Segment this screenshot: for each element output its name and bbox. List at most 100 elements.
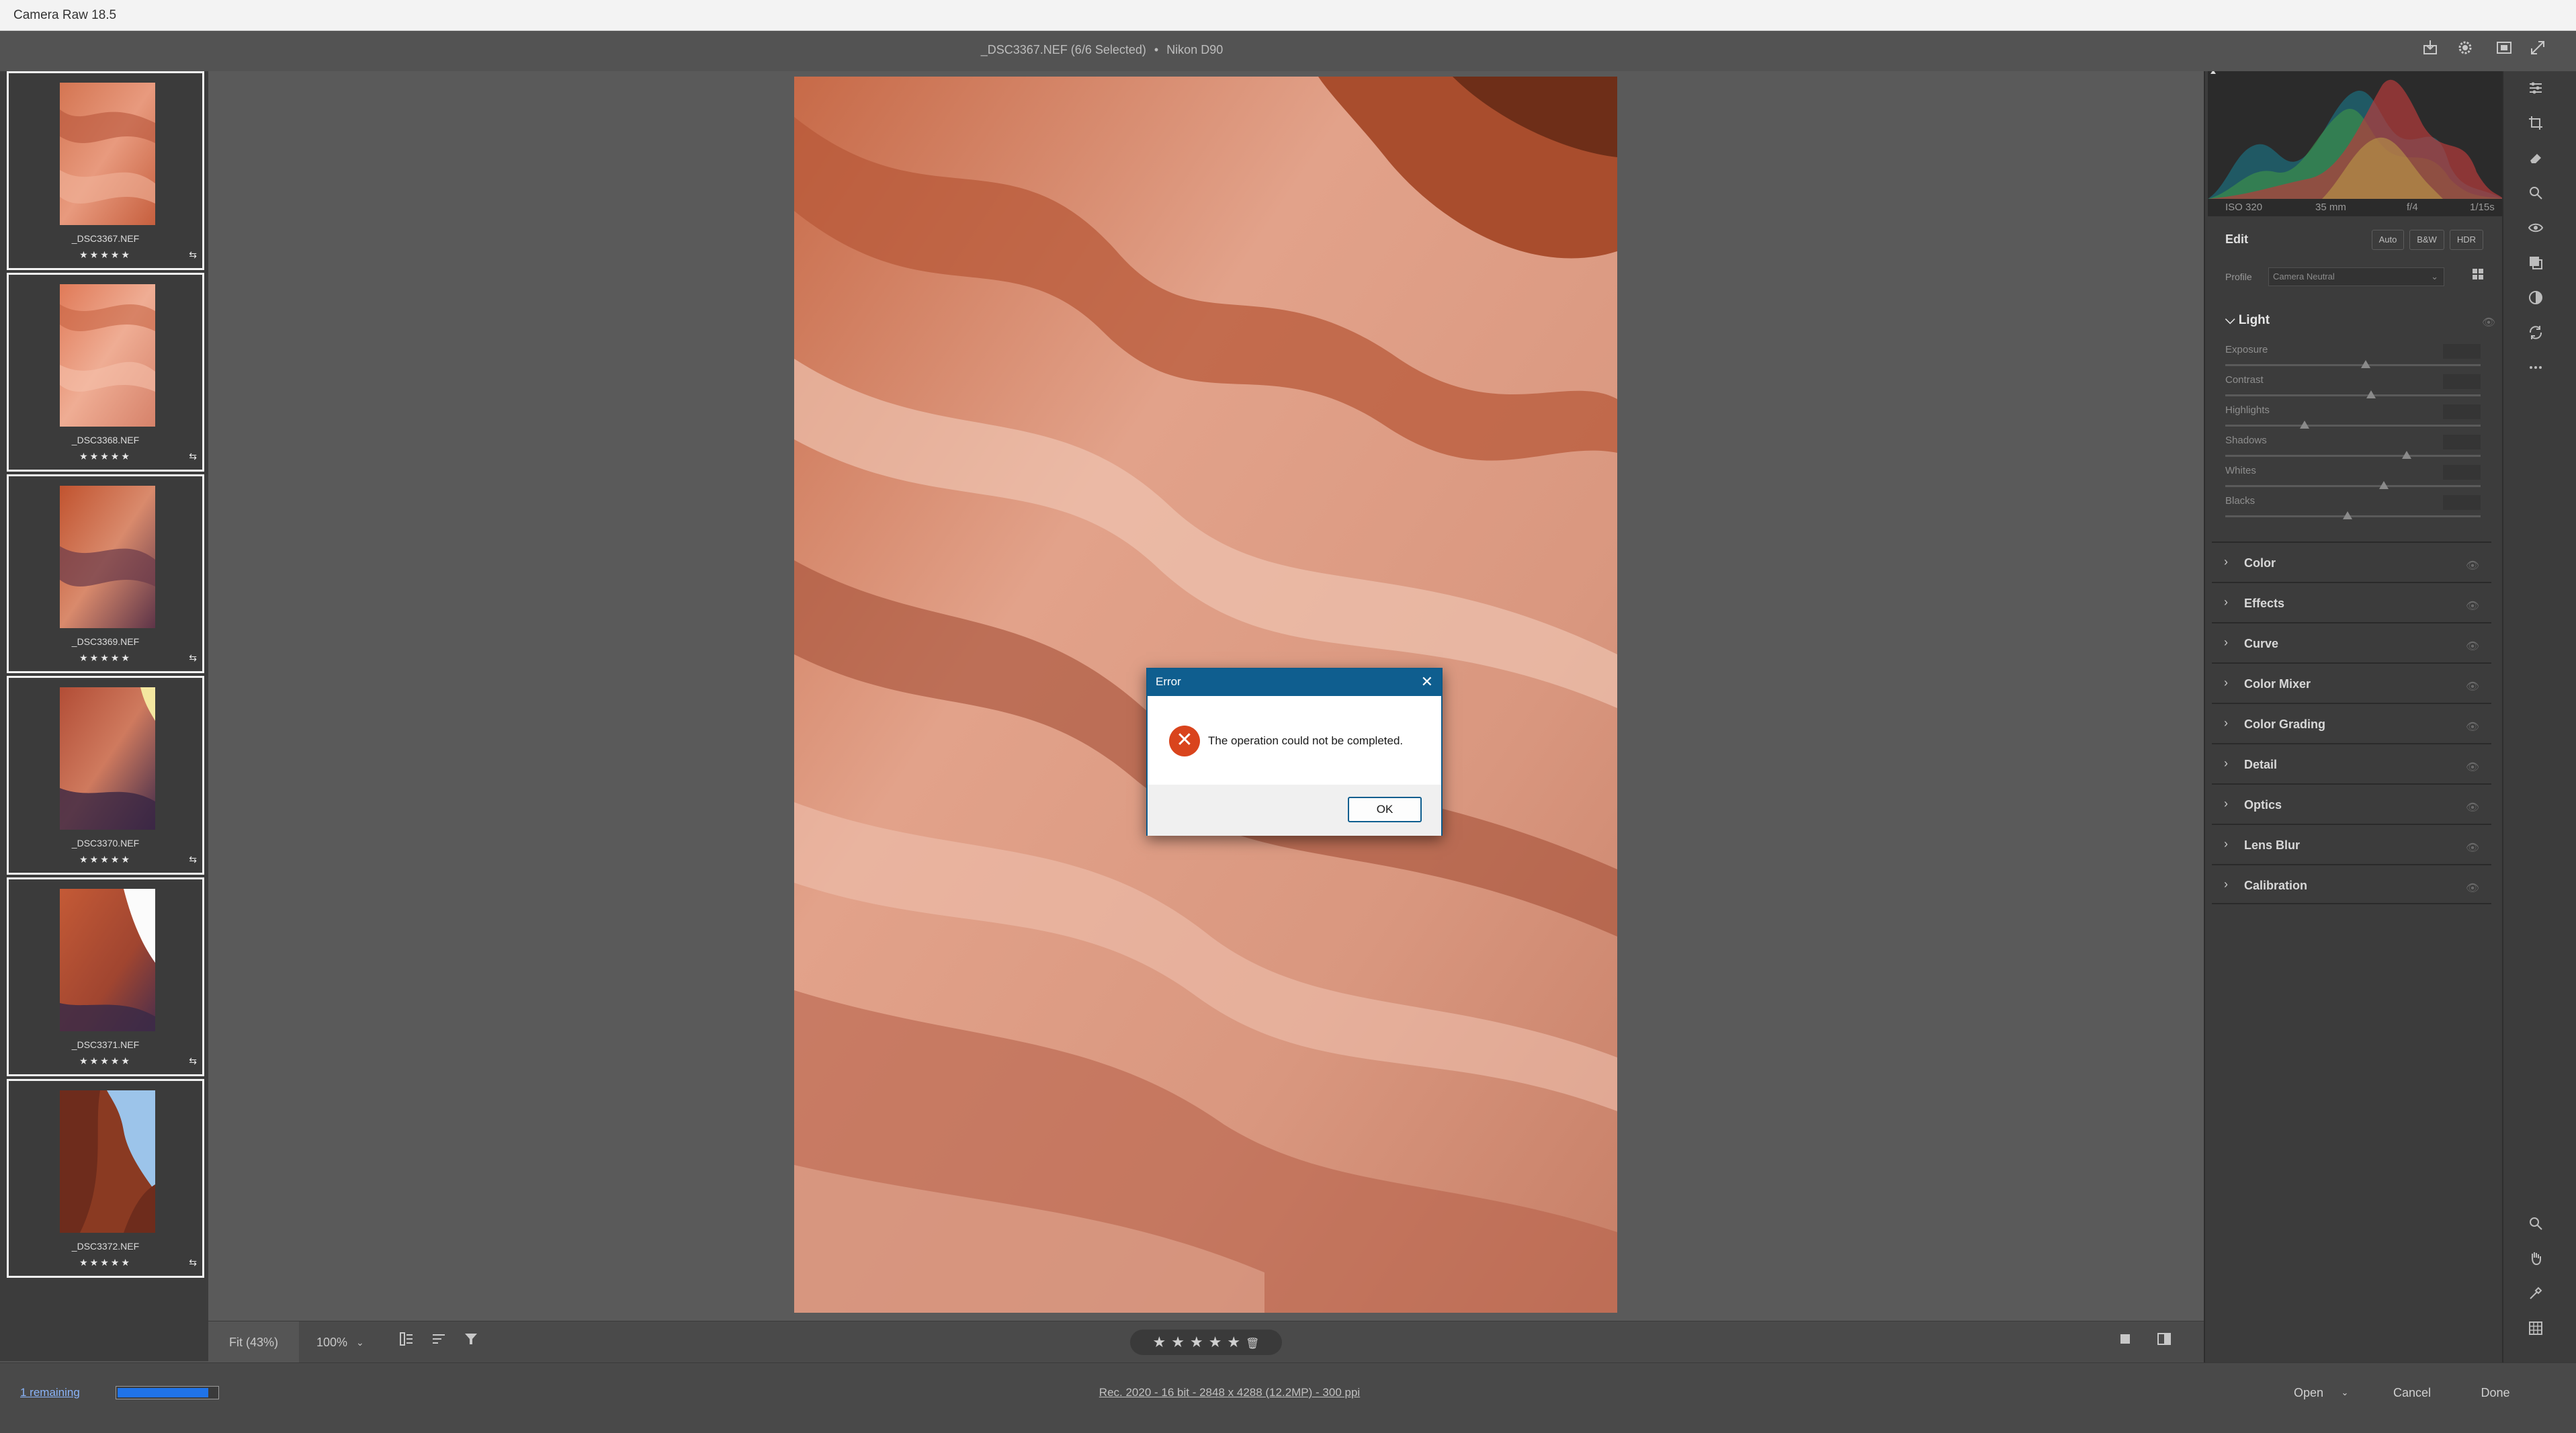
ok-button[interactable]: OK — [1348, 797, 1422, 822]
slider-value-field[interactable] — [2443, 374, 2481, 389]
eye-icon[interactable]: 👁 — [2464, 881, 2481, 894]
filmstrip-item[interactable]: _DSC3368.NEF ★★★★★ ⇆ — [7, 273, 204, 472]
slider-value-field[interactable] — [2443, 495, 2481, 510]
filter-icon[interactable] — [460, 1331, 482, 1354]
red-eye-icon[interactable] — [2524, 219, 2548, 243]
presets-icon[interactable] — [2524, 289, 2548, 313]
slider-value-field[interactable] — [2443, 404, 2481, 419]
open-button[interactable]: Open — [2279, 1381, 2338, 1405]
section-calibration[interactable]: › Calibration 👁 — [2212, 864, 2491, 904]
slider-track[interactable] — [2225, 515, 2481, 517]
profile-browser-icon[interactable] — [2468, 267, 2487, 286]
slider-handle[interactable] — [2343, 511, 2353, 519]
eye-icon[interactable]: 👁 — [2464, 720, 2481, 733]
open-dropdown[interactable]: ⌄ — [2337, 1381, 2353, 1405]
section-effects[interactable]: › Effects 👁 — [2212, 582, 2491, 622]
section-optics[interactable]: › Optics 👁 — [2212, 783, 2491, 824]
close-icon[interactable]: ✕ — [1421, 673, 1433, 691]
save-icon[interactable] — [2419, 39, 2442, 62]
slider-exposure[interactable]: Exposure — [2225, 344, 2481, 374]
slider-track[interactable] — [2225, 394, 2481, 396]
eye-icon[interactable]: 👁 — [2464, 801, 2481, 814]
histogram[interactable] — [2208, 71, 2503, 216]
filmstrip-item[interactable]: _DSC3367.NEF ★★★★★ ⇆ — [7, 71, 204, 270]
filmstrip[interactable]: _DSC3367.NEF ★★★★★ ⇆ _DSC3368.NEF ★★★★★ … — [0, 71, 208, 1361]
eraser-icon[interactable] — [2524, 149, 2548, 173]
search-icon[interactable] — [2524, 184, 2548, 208]
hand-icon[interactable] — [2524, 1250, 2548, 1274]
fullscreen-icon[interactable] — [2526, 39, 2549, 62]
slider-handle[interactable] — [2361, 360, 2370, 368]
slider-track[interactable] — [2225, 425, 2481, 427]
section-curve[interactable]: › Curve 👁 — [2212, 622, 2491, 662]
thumbnail-rating[interactable]: ★★★★★ — [9, 1257, 202, 1268]
thumbnail-rating[interactable]: ★★★★★ — [9, 652, 202, 664]
before-after-icon[interactable] — [2153, 1331, 2176, 1354]
slider-handle[interactable] — [2401, 451, 2411, 459]
grid-icon[interactable] — [2524, 1319, 2548, 1344]
slider-whites[interactable]: Whites — [2225, 465, 2481, 494]
zoom-icon[interactable] — [2524, 1215, 2548, 1239]
compare-view-icon[interactable] — [2493, 39, 2516, 62]
single-view-icon[interactable] — [2114, 1331, 2137, 1354]
slider-value-field[interactable] — [2443, 465, 2481, 480]
gear-icon[interactable] — [2454, 39, 2477, 62]
filmstrip-item[interactable]: _DSC3371.NEF ★★★★★ ⇆ — [7, 877, 204, 1076]
light-section-header[interactable]: ⌵ Light — [2225, 313, 2270, 328]
eye-icon[interactable]: 👁 — [2464, 761, 2481, 773]
light-section-label: Light — [2238, 313, 2270, 327]
slider-handle[interactable] — [2378, 481, 2389, 489]
eyedropper-icon[interactable] — [2524, 1285, 2548, 1309]
slider-handle[interactable] — [2366, 390, 2376, 398]
zoom-dropdown[interactable]: ⌄ — [356, 1321, 376, 1363]
rating-stars[interactable]: ★★★★★ — [1153, 1334, 1246, 1350]
thumbnail-rating[interactable]: ★★★★★ — [9, 1055, 202, 1067]
rating-control[interactable]: ★★★★★🗑 — [1130, 1330, 1282, 1355]
section-detail[interactable]: › Detail 👁 — [2212, 743, 2491, 783]
bw-button[interactable]: B&W — [2409, 230, 2444, 250]
slider-value-field[interactable] — [2443, 344, 2481, 359]
profile-select[interactable]: Camera Neutral ⌄ — [2268, 267, 2444, 286]
thumbnail-rating[interactable]: ★★★★★ — [9, 451, 202, 462]
edit-sliders-icon[interactable] — [2524, 79, 2548, 103]
slider-shadows[interactable]: Shadows — [2225, 435, 2481, 464]
slider-highlights[interactable]: Highlights — [2225, 404, 2481, 434]
masking-icon[interactable] — [2524, 254, 2548, 278]
filmstrip-toggle-icon[interactable] — [395, 1331, 418, 1354]
thumbnail-rating[interactable]: ★★★★★ — [9, 854, 202, 865]
workflow-options-link[interactable]: Rec. 2020 - 16 bit - 2848 x 4288 (12.2MP… — [0, 1386, 2459, 1399]
filmstrip-item[interactable]: _DSC3369.NEF ★★★★★ ⇆ — [7, 474, 204, 673]
sort-icon[interactable] — [427, 1331, 450, 1354]
eye-icon[interactable]: 👁 — [2464, 680, 2481, 693]
thumbnail-rating[interactable]: ★★★★★ — [9, 249, 202, 261]
crop-icon[interactable] — [2524, 114, 2548, 138]
eye-icon[interactable]: 👁 — [2464, 640, 2481, 652]
filmstrip-item[interactable]: _DSC3372.NEF ★★★★★ ⇆ — [7, 1079, 204, 1278]
slider-track[interactable] — [2225, 455, 2481, 457]
iso-value: ISO 320 — [2225, 202, 2263, 213]
slider-track[interactable] — [2225, 364, 2481, 366]
slider-value-field[interactable] — [2443, 435, 2481, 449]
slider-handle[interactable] — [2299, 421, 2309, 429]
eye-icon[interactable]: 👁 — [2464, 841, 2481, 854]
section-color[interactable]: › Color 👁 — [2212, 541, 2491, 582]
snapshots-icon[interactable] — [2524, 324, 2548, 348]
section-color-grading[interactable]: › Color Grading 👁 — [2212, 703, 2491, 743]
slider-track[interactable] — [2225, 485, 2481, 487]
section-lens-blur[interactable]: › Lens Blur 👁 — [2212, 824, 2491, 864]
filmstrip-item[interactable]: _DSC3370.NEF ★★★★★ ⇆ — [7, 676, 204, 875]
auto-button[interactable]: Auto — [2372, 230, 2404, 250]
zoom-100-button[interactable]: 100% — [299, 1321, 365, 1363]
eye-icon[interactable]: 👁 — [2481, 316, 2497, 329]
slider-contrast[interactable]: Contrast — [2225, 374, 2481, 404]
hdr-button[interactable]: HDR — [2450, 230, 2483, 250]
more-icon[interactable] — [2524, 359, 2548, 383]
done-button[interactable]: Done — [2462, 1381, 2529, 1405]
eye-icon[interactable]: 👁 — [2464, 599, 2481, 612]
trash-icon[interactable]: 🗑 — [1246, 1338, 1259, 1350]
section-color-mixer[interactable]: › Color Mixer 👁 — [2212, 662, 2491, 703]
slider-blacks[interactable]: Blacks — [2225, 495, 2481, 525]
zoom-fit-button[interactable]: Fit (43%) — [208, 1321, 299, 1363]
cancel-button[interactable]: Cancel — [2378, 1381, 2446, 1405]
eye-icon[interactable]: 👁 — [2464, 559, 2481, 572]
